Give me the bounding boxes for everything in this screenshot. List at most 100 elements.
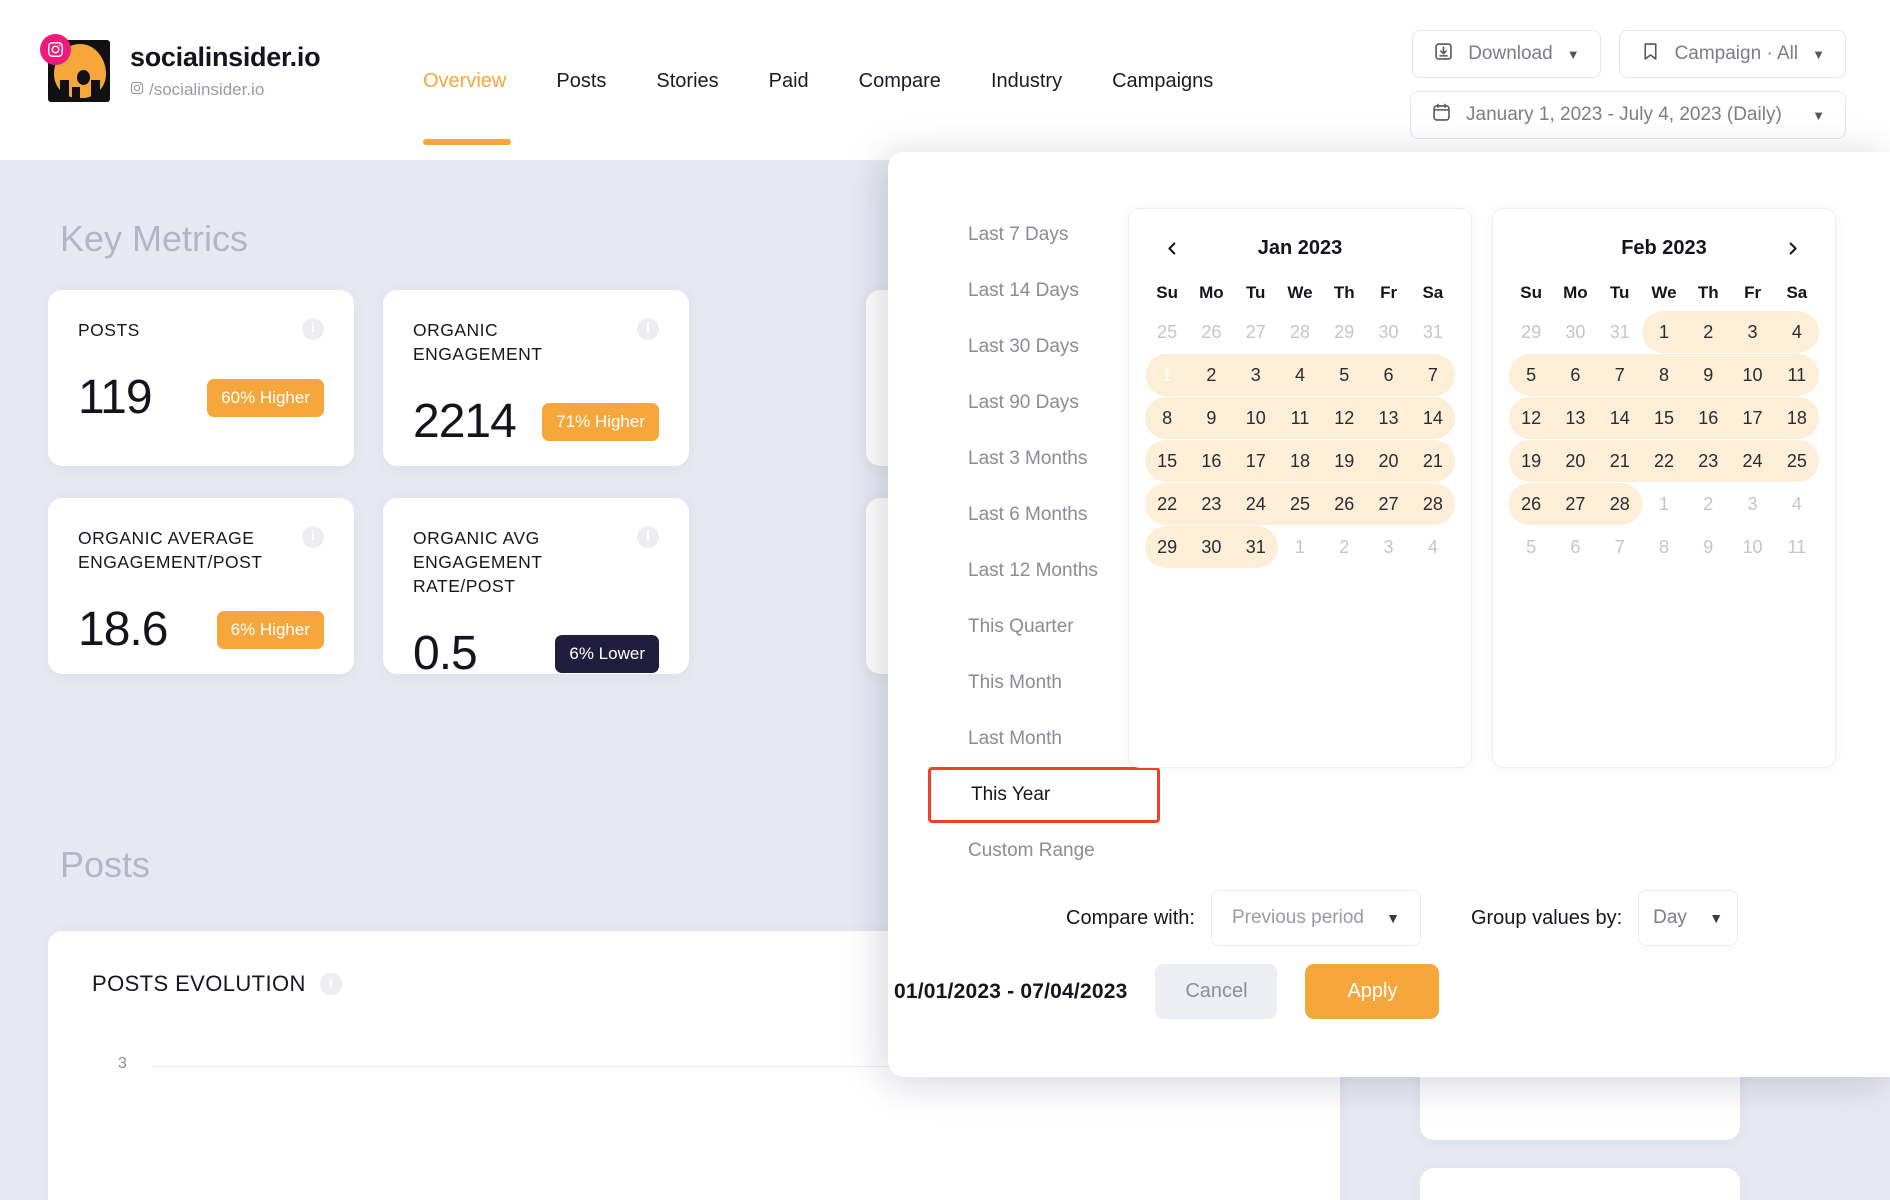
calendar-day[interactable]: 11 [1768, 354, 1820, 396]
calendar-day[interactable]: 27 [1234, 311, 1278, 353]
chevron-left-icon[interactable] [1157, 233, 1187, 263]
calendar-day[interactable]: 6 [1553, 526, 1597, 568]
preset-custom-range[interactable]: Custom Range [928, 823, 1160, 879]
info-icon[interactable]: i [302, 318, 324, 340]
calendar-day[interactable]: 10 [1730, 526, 1774, 568]
metric-value: 119 [78, 371, 153, 425]
info-icon[interactable]: i [302, 526, 324, 548]
nav-tab-campaigns[interactable]: Campaigns [1112, 70, 1213, 99]
chevron-down-icon: ▼ [1386, 910, 1400, 926]
main-nav: Overview Posts Stories Paid Compare Industry C… [423, 70, 1213, 145]
info-icon[interactable]: i [637, 526, 659, 548]
campaign-label: Campaign · All [1674, 43, 1799, 64]
metric-card[interactable]: ORGANIC AVG ENGAGEMENT RATE/POST i 0.5 6% L… [383, 498, 689, 680]
group-values-label: Group values by: [1470, 906, 1623, 929]
calendar-day[interactable]: 30 [1183, 526, 1240, 568]
metric-value: 18.6 [78, 603, 168, 657]
calendar-month-title: Feb 2023 [1621, 236, 1707, 259]
info-icon[interactable]: i [319, 973, 342, 995]
day-of-week-header: Mo [1563, 283, 1588, 302]
calendar-day[interactable]: 3 [1366, 526, 1410, 568]
nav-tab-paid[interactable]: Paid [769, 70, 809, 99]
calendar-day[interactable]: 21 [1404, 440, 1456, 482]
info-icon[interactable]: i [637, 318, 659, 340]
apply-button[interactable]: Apply [1305, 964, 1440, 1019]
day-of-week-header: Sa [1786, 283, 1808, 302]
compare-controls-row: Compare with: Previous period ▼ Group va… [1066, 890, 1739, 946]
nav-tab-stories[interactable]: Stories [656, 70, 718, 99]
calendar-panel-feb: Feb 2023 Su Mo Tu We Th Fr Sa 29 30 31 1 2 3 4 5 6 7 8 9 10 1… [1492, 208, 1836, 768]
preset-last-7-days[interactable]: Last 7 Days [928, 207, 1160, 263]
calendar-day[interactable]: 4 [1768, 311, 1820, 353]
preset-this-year[interactable]: This Year [928, 767, 1160, 823]
calendar-day[interactable]: 5 [1509, 526, 1553, 568]
calendar-day[interactable]: 28 [1404, 483, 1456, 525]
top-bar: socialinsider.io /socialinsider.io Overv… [0, 0, 1890, 160]
status-badge: 71% Higher [542, 402, 659, 441]
calendar-day[interactable]: 31 [1598, 311, 1642, 353]
brand-block[interactable]: socialinsider.io /socialinsider.io [40, 34, 321, 102]
preset-last-30-days[interactable]: Last 30 Days [928, 319, 1160, 375]
selected-range-text: 01/01/2023 - 07/04/2023 [894, 979, 1128, 1003]
metric-label: ORGANIC ENGAGEMENT [413, 320, 543, 365]
preset-last-month[interactable]: Last Month [928, 711, 1160, 767]
preset-last-12-months[interactable]: Last 12 Months [928, 543, 1160, 599]
compare-with-select[interactable]: Previous period ▼ [1210, 890, 1421, 946]
calendar-day[interactable]: 4 [1775, 483, 1819, 525]
preset-this-quarter[interactable]: This Quarter [928, 599, 1160, 655]
preset-this-month[interactable]: This Month [928, 655, 1160, 711]
nav-tab-industry[interactable]: Industry [991, 70, 1062, 99]
preset-last-14-days[interactable]: Last 14 Days [928, 263, 1160, 319]
metric-card[interactable]: ORGANIC ENGAGEMENT i 2214 71% Higher [383, 290, 689, 466]
preset-last-90-days[interactable]: Last 90 Days [928, 375, 1160, 431]
calendar-day[interactable]: 8 [1642, 526, 1686, 568]
calendar-day[interactable]: 31 [1411, 311, 1455, 353]
campaign-filter-button[interactable]: Campaign · All ▼ [1618, 30, 1846, 78]
nav-tab-overview[interactable]: Overview [423, 70, 511, 145]
calendar-day[interactable]: 26 [1189, 311, 1233, 353]
preset-last-6-months[interactable]: Last 6 Months [928, 487, 1160, 543]
calendar-day[interactable]: 14 [1404, 397, 1456, 439]
calendar-day[interactable]: 28 [1278, 311, 1322, 353]
calendar-day[interactable]: 1 [1642, 483, 1686, 525]
calendar-day[interactable]: 25 [1768, 440, 1820, 482]
calendar-day[interactable]: 27 [1547, 483, 1604, 525]
metric-card[interactable]: POSTS i 119 60% Higher [48, 290, 354, 466]
calendar-week-row: 5 6 7 8 9 10 11 [1509, 526, 1819, 568]
preset-last-3-months[interactable]: Last 3 Months [928, 431, 1160, 487]
avatar [40, 34, 110, 102]
calendar-day[interactable]: 30 [1366, 311, 1410, 353]
group-values-value: Day [1653, 907, 1687, 928]
calendar-day[interactable]: 4 [1411, 526, 1455, 568]
calendar-day[interactable]: 29 [1509, 311, 1553, 353]
date-range-button[interactable]: January 1, 2023 - July 4, 2023 (Daily) ▼ [1410, 91, 1846, 139]
calendar-day[interactable]: 11 [1775, 526, 1819, 568]
calendar-day[interactable]: 1 [1278, 526, 1322, 568]
status-badge: 60% Higher [207, 378, 324, 417]
calendar-day[interactable]: 29 [1322, 311, 1366, 353]
calendar-day[interactable]: 3 [1730, 483, 1774, 525]
download-button[interactable]: Download ▼ [1412, 30, 1601, 78]
day-of-week-header: Su [1520, 283, 1542, 302]
metric-card-peek-right-bottom[interactable] [1420, 1168, 1740, 1200]
calendar-day[interactable]: 2 [1686, 483, 1730, 525]
active-tab-underline [423, 139, 511, 145]
calendar-day[interactable]: 28 [1591, 483, 1643, 525]
calendar-day[interactable]: 9 [1686, 526, 1730, 568]
group-values-select[interactable]: Day ▼ [1638, 890, 1739, 946]
calendar-day[interactable]: 25 [1145, 311, 1189, 353]
calendar-day[interactable]: 1 [1146, 354, 1195, 396]
calendar-day[interactable]: 31 [1227, 526, 1279, 568]
metric-card[interactable]: ORGANIC AVERAGE ENGAGEMENT/POST i 18.6 6% H… [48, 498, 354, 674]
calendar-day[interactable]: 2 [1322, 526, 1366, 568]
calendar-day[interactable]: 7 [1404, 354, 1456, 396]
nav-tab-posts[interactable]: Posts [556, 70, 606, 99]
day-of-week-header: Th [1333, 283, 1355, 302]
picker-footer: 01/01/2023 - 07/04/2023 Cancel Apply [894, 964, 1440, 1019]
calendar-day[interactable]: 30 [1553, 311, 1597, 353]
calendar-day[interactable]: 7 [1598, 526, 1642, 568]
cancel-button[interactable]: Cancel [1155, 964, 1278, 1019]
calendar-day[interactable]: 18 [1768, 397, 1820, 439]
chevron-right-icon[interactable] [1777, 233, 1807, 263]
nav-tab-compare[interactable]: Compare [859, 70, 941, 99]
